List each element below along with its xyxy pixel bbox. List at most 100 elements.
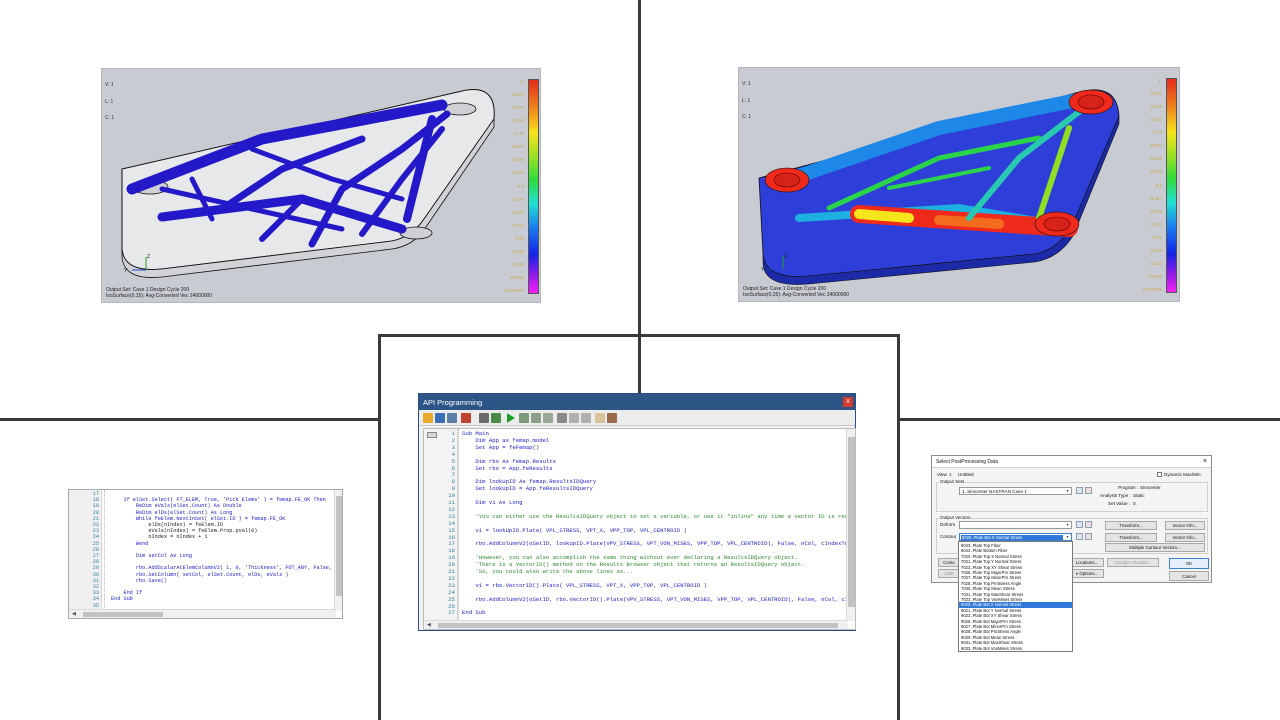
code-line[interactable]: rbo.SetColumn( setCol, elSet.Count, elDs… — [111, 572, 289, 578]
code-line[interactable]: eVals(nIndex) = feElem.Prop.pval(0) — [111, 528, 257, 534]
step-into-icon[interactable] — [519, 413, 529, 423]
deform-filter-icon[interactable] — [1076, 521, 1083, 528]
dropdown-option[interactable]: 9023..Plate Bot XY Shear Stress — [961, 613, 1022, 618]
dropdown-option[interactable]: 9030..Plate Bot Mean Stress — [961, 635, 1014, 640]
code-line[interactable]: rbo.Save() — [111, 578, 167, 584]
dropdown-option[interactable]: 7023..Plate Top XY Shear Stress — [961, 565, 1022, 570]
close-icon[interactable]: x — [843, 397, 853, 407]
deform-select[interactable]: ▾ — [959, 521, 1072, 529]
code-area[interactable]: 1 Sub Main 2 Dim App as femap.model 3 Set A… — [424, 430, 855, 618]
save-file-icon[interactable] — [447, 413, 457, 423]
contour-clear-icon[interactable] — [1085, 533, 1092, 540]
ok-button[interactable]: OK — [1169, 558, 1209, 569]
dropdown-option[interactable]: 7033..Plate Top VonMises Stress — [961, 597, 1022, 602]
scroll-left-icon[interactable]: ◀ — [427, 622, 431, 628]
hand-icon[interactable] — [595, 413, 605, 423]
dropdown-option[interactable]: 7021..Plate Top Y Normal Stress — [961, 559, 1022, 564]
close-icon[interactable]: × — [1203, 458, 1207, 465]
scroll-thumb[interactable] — [848, 437, 855, 607]
chevron-down-icon[interactable]: ▾ — [1064, 522, 1071, 528]
code-line[interactable]: End If — [111, 590, 142, 596]
new-file-icon[interactable] — [423, 413, 433, 423]
dropdown-option[interactable]: 7020..Plate Top X Normal Stress — [961, 554, 1022, 559]
dropdown-option[interactable]: 7030..Plate Top Mean Stress — [961, 586, 1015, 591]
code-line[interactable]: Wend — [111, 541, 148, 547]
cut-icon[interactable] — [479, 413, 489, 423]
viewport-isosurface-025[interactable]: V: 1 L: 1 C: 1 1. 0.937 0.875 0.812 0.75 0.68… — [738, 67, 1180, 302]
contour-filter-icon[interactable] — [1076, 533, 1083, 540]
deform-clear-icon[interactable] — [1085, 521, 1092, 528]
chevron-down-icon[interactable]: ▾ — [1064, 488, 1071, 494]
viewport-isosurface-015[interactable]: V: 1 L: 1 C: 1 1. 0.937 0.875 0.812 0.75 0.68… — [101, 68, 541, 303]
code-area[interactable]: 17 18 If elSet.Select( FT_ELEM, True, 'Pi… — [69, 491, 342, 611]
dropdown-option[interactable]: 9027..Plate Bot MinorPrn Stress — [961, 624, 1021, 629]
open-file-icon[interactable] — [435, 413, 445, 423]
step-out-icon[interactable] — [543, 413, 553, 423]
code-line[interactable]: nIndex = nIndex + 1 — [111, 534, 207, 540]
code-line[interactable]: v1 = rbo.VectorID().Plate( VPL_STRESS, V… — [462, 582, 707, 589]
api-code-editor[interactable]: 1 Sub Main 2 Dim App as femap.model 3 Set A… — [423, 428, 856, 630]
code-line[interactable]: v1 = lookUpID.Plate( VPL_STRESS, VPT_X, … — [462, 527, 686, 534]
code-editor-thickness[interactable]: 17 18 If elSet.Select( FT_ELEM, True, 'Pi… — [68, 489, 343, 619]
vertical-scrollbar[interactable] — [334, 490, 342, 611]
toggle-breakpoint-icon[interactable] — [557, 413, 567, 423]
code-line[interactable]: rbo.AddColumnV2(oSetID, lookUpID.Plate(V… — [462, 540, 854, 547]
select-postprocessing-dialog[interactable]: Select PostProcessing Data × View 1 Unti… — [931, 455, 1212, 652]
dropdown-option[interactable]: 7028..Plate Top PrnStress Angle — [961, 581, 1021, 586]
vertical-scrollbar[interactable] — [846, 429, 855, 621]
code-line[interactable]: elDs(nIndex) = feElem.ID — [111, 522, 223, 528]
contour-vector-info-button[interactable]: Vector Info... — [1165, 533, 1205, 542]
dropdown-option[interactable]: 9031..Plate Bot MaxShear Stress — [961, 640, 1023, 645]
dynamic-maxmin-checkbox[interactable] — [1157, 472, 1162, 477]
code-line[interactable]: End Sub — [111, 596, 133, 602]
code-line[interactable]: rbo.AddColumnV2(oSetID, rbo.VectorID().P… — [462, 596, 855, 603]
dropdown-option[interactable]: 9033..Plate Bot VonMises Stress — [961, 646, 1022, 651]
horizontal-scrollbar[interactable]: ◀ — [69, 609, 336, 618]
output-set-filter-icon[interactable] — [1076, 487, 1083, 494]
step-over-icon[interactable] — [531, 413, 541, 423]
api-programming-window[interactable]: API Programming x 1 Sub Main 2 Dim App as … — [418, 393, 856, 631]
output-set-select[interactable]: 1..Simcenter NASTRAN Case 1 ▾ — [959, 487, 1072, 495]
limits-button[interactable]: Limit — [938, 569, 960, 578]
dropdown-option[interactable]: 9021..Plate Bot Y Normal Stress — [961, 608, 1021, 613]
cancel-button[interactable]: Cancel — [1169, 571, 1209, 581]
code-line[interactable]: While feElem.NextInSet( elSet.ID ) = fem… — [111, 516, 285, 522]
code-line[interactable]: ReDim eVals(elSet.Count) As Double — [111, 503, 242, 509]
code-line[interactable]: Dim setCol As Long — [111, 553, 192, 559]
dropdown-option[interactable]: 7026..Plate Top MajorPrn Stress — [961, 570, 1021, 575]
deform-vector-info-button[interactable]: Vector Info... — [1165, 521, 1205, 530]
contour-options-button[interactable]: Conto — [938, 558, 960, 567]
code-line[interactable]: Set lookUpID = App.feResultsIDQuery — [462, 485, 593, 492]
code-line[interactable]: Dim v1 As Long — [462, 499, 522, 506]
code-line[interactable]: 'You can either use the ResultsIDQuery o… — [462, 513, 855, 520]
deform-transform-button[interactable]: Transform... — [1105, 521, 1157, 530]
dropdown-option[interactable]: 7031..Plate Top MaxShear Stress — [961, 592, 1023, 597]
run-icon[interactable] — [507, 413, 515, 423]
output-set-clear-icon[interactable] — [1085, 487, 1092, 494]
dropdown-option[interactable]: 9026..Plate Bot MajorPrn Stress — [961, 619, 1021, 624]
options-icon[interactable] — [461, 413, 471, 423]
code-line[interactable]: 'So, you could also write the above line… — [462, 568, 633, 575]
dropdown-option[interactable]: 7027..Plate Top MinorPrn Stress — [961, 575, 1021, 580]
code-line[interactable]: ReDim elDs(elSet.Count) As Long — [111, 510, 233, 516]
more-options-button[interactable]: e Options... — [1070, 569, 1104, 578]
complex-results-button[interactable]: Complex Results... — [1107, 558, 1159, 567]
dropdown-option[interactable]: 6044..Plate Bottom Fiber — [961, 548, 1007, 553]
code-line[interactable]: Set App = feFemap() — [462, 444, 539, 451]
dropdown-option[interactable]: 6043..Plate Top Fiber — [961, 543, 1001, 548]
code-line[interactable]: If elSet.Select( FT_ELEM, True, 'Pick El… — [111, 497, 325, 503]
locations-button[interactable]: Locations... — [1070, 558, 1104, 567]
scroll-thumb[interactable] — [438, 623, 838, 628]
stop-icon[interactable] — [581, 413, 591, 423]
code-line[interactable]: rbo.AddScalarAtElemColumnV2( 1, 0, 'Thic… — [111, 565, 342, 571]
code-line[interactable]: End Sub — [462, 609, 486, 616]
contour-transform-button[interactable]: Transform... — [1105, 533, 1157, 542]
scroll-thumb[interactable] — [83, 612, 163, 617]
horizontal-scrollbar[interactable]: ◀ — [424, 620, 848, 629]
multiple-contour-vectors-button[interactable]: Multiple Contour Vectors... — [1105, 543, 1205, 552]
dropdown-option[interactable]: 9028..Plate Bot PrnStress Angle — [961, 629, 1021, 634]
watch-icon[interactable] — [607, 413, 617, 423]
chevron-down-icon[interactable]: ▾ — [1064, 534, 1071, 540]
contour-dropdown-list[interactable]: 6043..Plate Top Fiber 6044..Plate Bottom … — [958, 541, 1073, 652]
contour-select[interactable]: 9020..Plate Bot X Normal Stress ▾ — [959, 533, 1072, 541]
